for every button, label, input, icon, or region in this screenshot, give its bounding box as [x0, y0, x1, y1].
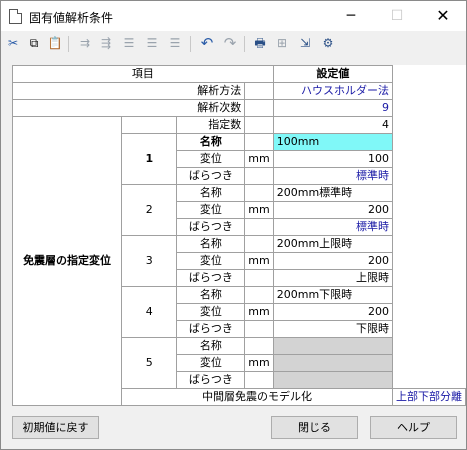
- maximize-button: ☐: [390, 8, 404, 24]
- entry-var[interactable]: 標準時: [272, 218, 394, 236]
- close-button[interactable]: 閉じる: [271, 416, 358, 439]
- name-label: 名称: [176, 235, 246, 253]
- dialog-window: 固有値解析条件 ─ ☐ ✕ ✂ ⧉ 📋 ⇉ ⇶ ☰ ☰ ☰ ↶ ↷ 🖶 ⊞ ⇲ …: [0, 0, 467, 450]
- settings-icon[interactable]: ⚙: [320, 35, 336, 51]
- var-label: ばらつき: [176, 167, 246, 185]
- entry-var: [272, 371, 394, 389]
- header-value: 設定値: [272, 65, 394, 83]
- insert-row-icon[interactable]: ⇉: [77, 35, 93, 51]
- delete-row-icon[interactable]: ⇶: [98, 35, 114, 51]
- unit-cell: [244, 133, 274, 151]
- entry-disp[interactable]: 100: [272, 150, 394, 168]
- entry-name[interactable]: 200mm標準時: [272, 184, 394, 202]
- count-label: 指定数: [176, 116, 246, 134]
- model-label: 中間層免震のモデル化: [121, 388, 393, 406]
- table-row: 項目 設定値: [12, 65, 466, 83]
- unit-cell: [244, 337, 274, 355]
- order-value[interactable]: 9: [272, 99, 394, 117]
- unit-cell: [244, 235, 274, 253]
- entry-disp[interactable]: 200: [272, 201, 394, 219]
- name-label: 名称: [176, 286, 246, 304]
- entry-name[interactable]: 200mm上限時: [272, 235, 394, 253]
- align-middle-icon[interactable]: ☰: [144, 35, 160, 51]
- help-button[interactable]: ヘルプ: [370, 416, 457, 439]
- paste-icon[interactable]: 📋: [47, 35, 63, 51]
- unit-cell: [244, 82, 274, 100]
- entry-disp[interactable]: 200: [272, 252, 394, 270]
- table-row: 免震層の指定変位 指定数 4: [11, 116, 466, 406]
- entry-var[interactable]: 上限時: [272, 269, 394, 287]
- toolbar-separator: [244, 36, 245, 52]
- unit-label: mm: [244, 201, 274, 219]
- document-icon: [9, 9, 22, 24]
- unit-cell: [244, 184, 274, 202]
- minimize-button[interactable]: ─: [328, 1, 374, 31]
- group-label: 免震層の指定変位: [11, 116, 123, 406]
- empty-cell: [121, 116, 178, 134]
- table-row: 解析次数 9: [11, 99, 466, 117]
- unit-cell: [244, 218, 274, 236]
- header-item: 項目: [12, 65, 274, 83]
- var-label: ばらつき: [176, 320, 246, 338]
- cut-icon[interactable]: ✂: [5, 35, 21, 51]
- var-label: ばらつき: [176, 269, 246, 287]
- unit-label: mm: [244, 150, 274, 168]
- toolbar-separator: [68, 36, 69, 52]
- unit-label: mm: [244, 354, 274, 372]
- entry-disp[interactable]: 200: [272, 303, 394, 321]
- entry-number: 1: [121, 133, 178, 185]
- entry-name[interactable]: 100mm: [272, 133, 394, 151]
- method-label: 解析方法: [11, 82, 246, 100]
- undo-icon[interactable]: ↶: [199, 35, 215, 51]
- unit-cell: [244, 116, 274, 134]
- var-label: ばらつき: [176, 371, 246, 389]
- unit-cell: [244, 371, 274, 389]
- entry-number: 4: [121, 286, 178, 338]
- entry-number: 2: [121, 184, 178, 236]
- toolbar: ✂ ⧉ 📋 ⇉ ⇶ ☰ ☰ ☰ ↶ ↷ 🖶 ⊞ ⇲ ⚙: [1, 31, 466, 57]
- disp-label: 変位: [176, 252, 246, 270]
- print-preview-icon[interactable]: ⊞: [274, 35, 290, 51]
- window-title: 固有値解析条件: [29, 11, 114, 25]
- unit-cell: [244, 167, 274, 185]
- copy-icon[interactable]: ⧉: [26, 35, 42, 51]
- order-label: 解析次数: [11, 99, 246, 117]
- var-label: ばらつき: [176, 218, 246, 236]
- unit-label: mm: [244, 252, 274, 270]
- method-value[interactable]: ハウスホルダー法: [272, 82, 394, 100]
- entry-var[interactable]: 下限時: [272, 320, 394, 338]
- print-icon[interactable]: 🖶: [252, 35, 268, 51]
- disp-label: 変位: [176, 354, 246, 372]
- disp-label: 変位: [176, 150, 246, 168]
- close-window-button[interactable]: ✕: [420, 1, 466, 31]
- entry-number: 3: [121, 235, 178, 287]
- toolbar-separator: [190, 36, 191, 52]
- unit-label: mm: [244, 303, 274, 321]
- entry-name: [272, 337, 394, 355]
- unit-cell: [244, 99, 274, 117]
- name-label: 名称: [176, 133, 246, 151]
- title-bar: 固有値解析条件 ─ ☐ ✕: [1, 1, 466, 31]
- entry-var[interactable]: 標準時: [272, 167, 394, 185]
- count-value[interactable]: 4: [272, 116, 394, 134]
- name-label: 名称: [176, 184, 246, 202]
- unit-cell: [244, 320, 274, 338]
- condition-grid: 項目 設定値 解析方法 ハウスホルダー法 解析次数 9 免震層の指定変位 指定数…: [11, 65, 466, 406]
- export-icon[interactable]: ⇲: [297, 35, 313, 51]
- model-value[interactable]: 上部下部分離: [392, 388, 466, 406]
- redo-icon[interactable]: ↷: [222, 35, 238, 51]
- name-label: 名称: [176, 337, 246, 355]
- unit-cell: [244, 269, 274, 287]
- entry-disp: [272, 354, 394, 372]
- disp-label: 変位: [176, 201, 246, 219]
- unit-cell: [244, 286, 274, 304]
- reset-button[interactable]: 初期値に戻す: [12, 416, 99, 439]
- disp-label: 変位: [176, 303, 246, 321]
- table-row: 解析方法 ハウスホルダー法: [11, 82, 466, 100]
- entry-name[interactable]: 200mm下限時: [272, 286, 394, 304]
- entry-number: 5: [121, 337, 178, 389]
- align-bottom-icon[interactable]: ☰: [167, 35, 183, 51]
- align-top-icon[interactable]: ☰: [121, 35, 137, 51]
